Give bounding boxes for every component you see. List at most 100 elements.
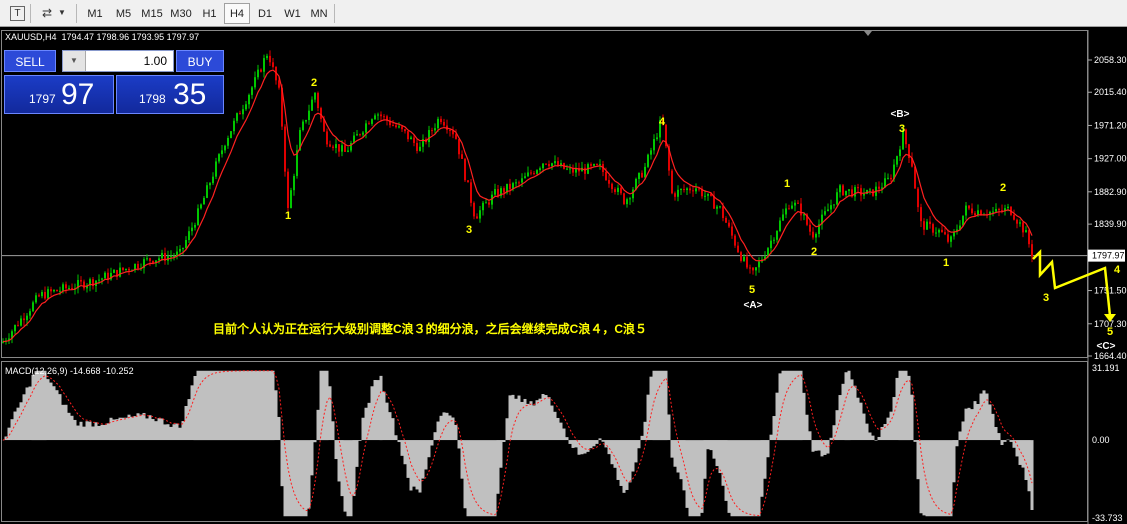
candle-body	[338, 144, 340, 152]
candle-body	[731, 226, 733, 236]
candle-body	[191, 227, 193, 232]
candle-body	[101, 278, 103, 280]
timeframe-d1-button[interactable]: D1	[252, 3, 278, 24]
candle-body	[248, 94, 250, 105]
candle-body	[971, 208, 973, 214]
candle-body	[998, 209, 1000, 211]
candle-body	[542, 163, 544, 169]
candle-body	[629, 198, 631, 200]
candle-body	[566, 168, 568, 170]
candle-body	[119, 267, 121, 277]
candle-body	[401, 126, 403, 130]
candle-body	[137, 263, 139, 269]
lot-value[interactable]: 1.00	[144, 51, 167, 71]
wave-label: <C>	[1097, 341, 1116, 352]
lot-size-field[interactable]: ▼ 1.00	[62, 50, 174, 72]
candle-body	[1007, 206, 1009, 209]
candle-body	[59, 290, 61, 292]
wave-label: 3	[466, 224, 472, 236]
analysis-annotation: 目前个人认为正在运行大级别调整C浪３的细分浪，之后会继续完成C浪４，C浪５	[213, 322, 648, 336]
candle-body	[605, 172, 607, 181]
candle-body	[1013, 214, 1015, 220]
candle-body	[41, 292, 43, 297]
candle-body	[197, 208, 199, 226]
objects-icon[interactable]: ⇄	[38, 4, 56, 22]
one-click-trading-panel: SELL ▼ 1.00 BUY 1797 97 1798 35	[4, 48, 224, 115]
candle-body	[257, 69, 259, 78]
candle-body	[944, 232, 946, 235]
candle-body	[50, 289, 52, 292]
candle-body	[404, 129, 406, 132]
candle-body	[149, 258, 151, 261]
candle-body	[113, 269, 115, 273]
candle-body	[254, 77, 256, 88]
candle-body	[1028, 230, 1030, 245]
candle-body	[122, 267, 124, 270]
candle-body	[416, 142, 418, 151]
candle-body	[692, 190, 694, 192]
candle-body	[56, 289, 58, 292]
candle-body	[695, 188, 697, 192]
timeframe-m1-button[interactable]: M1	[82, 3, 108, 24]
candle-body	[158, 258, 160, 261]
candle-body	[470, 182, 472, 203]
candle-body	[857, 187, 859, 189]
candle-body	[125, 268, 127, 270]
timeframe-w1-button[interactable]: W1	[280, 3, 305, 24]
candle-body	[677, 189, 679, 197]
candle-body	[305, 120, 307, 122]
candle-body	[593, 164, 595, 166]
candle-body	[398, 126, 400, 128]
candle-body	[839, 185, 841, 193]
candle-body	[749, 267, 751, 269]
candle-body	[29, 311, 31, 316]
candle-body	[368, 123, 370, 125]
candle-body	[365, 123, 367, 133]
candle-body	[410, 137, 412, 140]
timeframe-mn-button[interactable]: MN	[307, 3, 331, 24]
buy-price-box[interactable]: 1798 35	[116, 75, 224, 114]
candle-body	[326, 131, 328, 145]
candle-body	[485, 202, 487, 204]
candle-body	[707, 193, 709, 196]
text-tool-icon[interactable]: T	[10, 6, 25, 21]
candle-body	[17, 324, 19, 326]
sell-price-box[interactable]: 1797 97	[4, 75, 114, 114]
candle-body	[569, 168, 571, 170]
candle-body	[290, 190, 292, 208]
candle-body	[341, 145, 343, 152]
timeframe-m15-button[interactable]: M15	[139, 3, 165, 24]
candle-body	[503, 188, 505, 193]
dropdown-arrow-icon[interactable]: ▼	[56, 4, 68, 22]
candle-body	[671, 170, 673, 194]
wave-label: 2	[811, 246, 817, 258]
candle-body	[830, 205, 832, 210]
timeframe-m5-button[interactable]: M5	[110, 3, 137, 24]
candle-body	[311, 99, 313, 111]
candle-body	[26, 315, 28, 321]
candle-body	[431, 130, 433, 132]
candle-body	[494, 189, 496, 195]
sell-price-small: 1797	[29, 92, 56, 106]
candle-body	[968, 205, 970, 209]
candle-body	[458, 139, 460, 155]
candle-body	[722, 206, 724, 218]
timeframe-h4-button[interactable]: H4	[224, 3, 250, 24]
toolbar-separator	[76, 4, 77, 23]
timeframe-h1-button[interactable]: H1	[197, 3, 222, 24]
timeframe-m30-button[interactable]: M30	[167, 3, 195, 24]
candle-body	[827, 209, 829, 212]
candle-body	[926, 221, 928, 230]
candle-body	[755, 267, 757, 271]
candle-body	[815, 233, 817, 238]
wave-label: 4	[1114, 264, 1121, 276]
sell-button[interactable]: SELL	[4, 50, 56, 72]
candle-body	[317, 92, 319, 109]
wave-label: 3	[899, 123, 905, 135]
buy-button[interactable]: BUY	[176, 50, 224, 72]
candle-body	[644, 166, 646, 178]
lot-dropdown-icon[interactable]: ▼	[63, 51, 86, 71]
price-axis-label: 1927.00	[1094, 154, 1127, 164]
candle-body	[362, 132, 364, 135]
candle-body	[314, 92, 316, 100]
